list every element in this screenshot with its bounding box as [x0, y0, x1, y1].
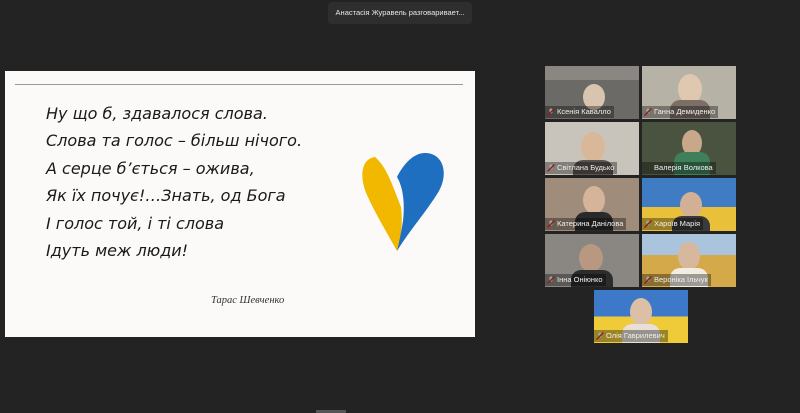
participant-video — [630, 298, 652, 326]
participant-tile[interactable]: Ксенія Кавалло — [545, 66, 639, 119]
participant-tile[interactable]: Інна Оніюнко — [545, 234, 639, 287]
participant-name: Катерина Данілова — [545, 218, 627, 230]
poem-line: А серце б’ється – ожива, — [46, 158, 255, 178]
shared-screen-slide: Ну що б, здавалося слова. Слова та голос… — [5, 71, 475, 337]
active-speaker-notice: Анастасія Журавель разговаривает... — [328, 2, 472, 24]
participant-video — [579, 244, 603, 272]
participant-video — [545, 66, 639, 80]
participant-video — [678, 242, 700, 270]
ukraine-heart-icon — [362, 153, 444, 251]
participant-video — [581, 132, 605, 162]
poem-author: Тарас Шевченко — [211, 295, 285, 306]
participant-name: Ксенія Кавалло — [545, 106, 614, 118]
participant-name: Валерія Волкова — [642, 162, 716, 174]
participant-tile[interactable]: Хароїв Марія — [642, 178, 736, 231]
poem-line: Слова та голос – більш нічого. — [46, 131, 303, 151]
participant-tile[interactable]: Світлана Будько — [545, 122, 639, 175]
poem-line: Ідуть меж люди! — [46, 241, 189, 261]
participant-name: Хароїв Марія — [642, 218, 704, 230]
poem-line: Як їх почує!…Знать, од Бога — [46, 186, 286, 206]
participant-tile[interactable]: Олія Гаврилевич — [594, 290, 688, 343]
participant-video — [583, 186, 605, 214]
participant-name: Світлана Будько — [545, 162, 618, 174]
participant-tile[interactable]: Ганна Демиденко — [642, 66, 736, 119]
participant-tile[interactable]: Валерія Волкова — [642, 122, 736, 175]
participant-name: Інна Оніюнко — [545, 274, 606, 286]
participant-name: Олія Гаврилевич — [594, 330, 668, 342]
participant-tile[interactable]: Катерина Данілова — [545, 178, 639, 231]
participant-name: Ганна Демиденко — [642, 106, 719, 118]
slide-top-rule — [15, 84, 463, 85]
participant-video — [680, 192, 702, 218]
poem-line: Ну що б, здавалося слова. — [46, 104, 268, 123]
poem-line: І голос той, і ті слова — [46, 213, 225, 233]
participant-tile[interactable]: Вероніка Ільчук — [642, 234, 736, 287]
poem-text: Ну що б, здавалося слова. Слова та голос… — [46, 100, 302, 264]
participant-name: Вероніка Ільчук — [642, 274, 711, 286]
